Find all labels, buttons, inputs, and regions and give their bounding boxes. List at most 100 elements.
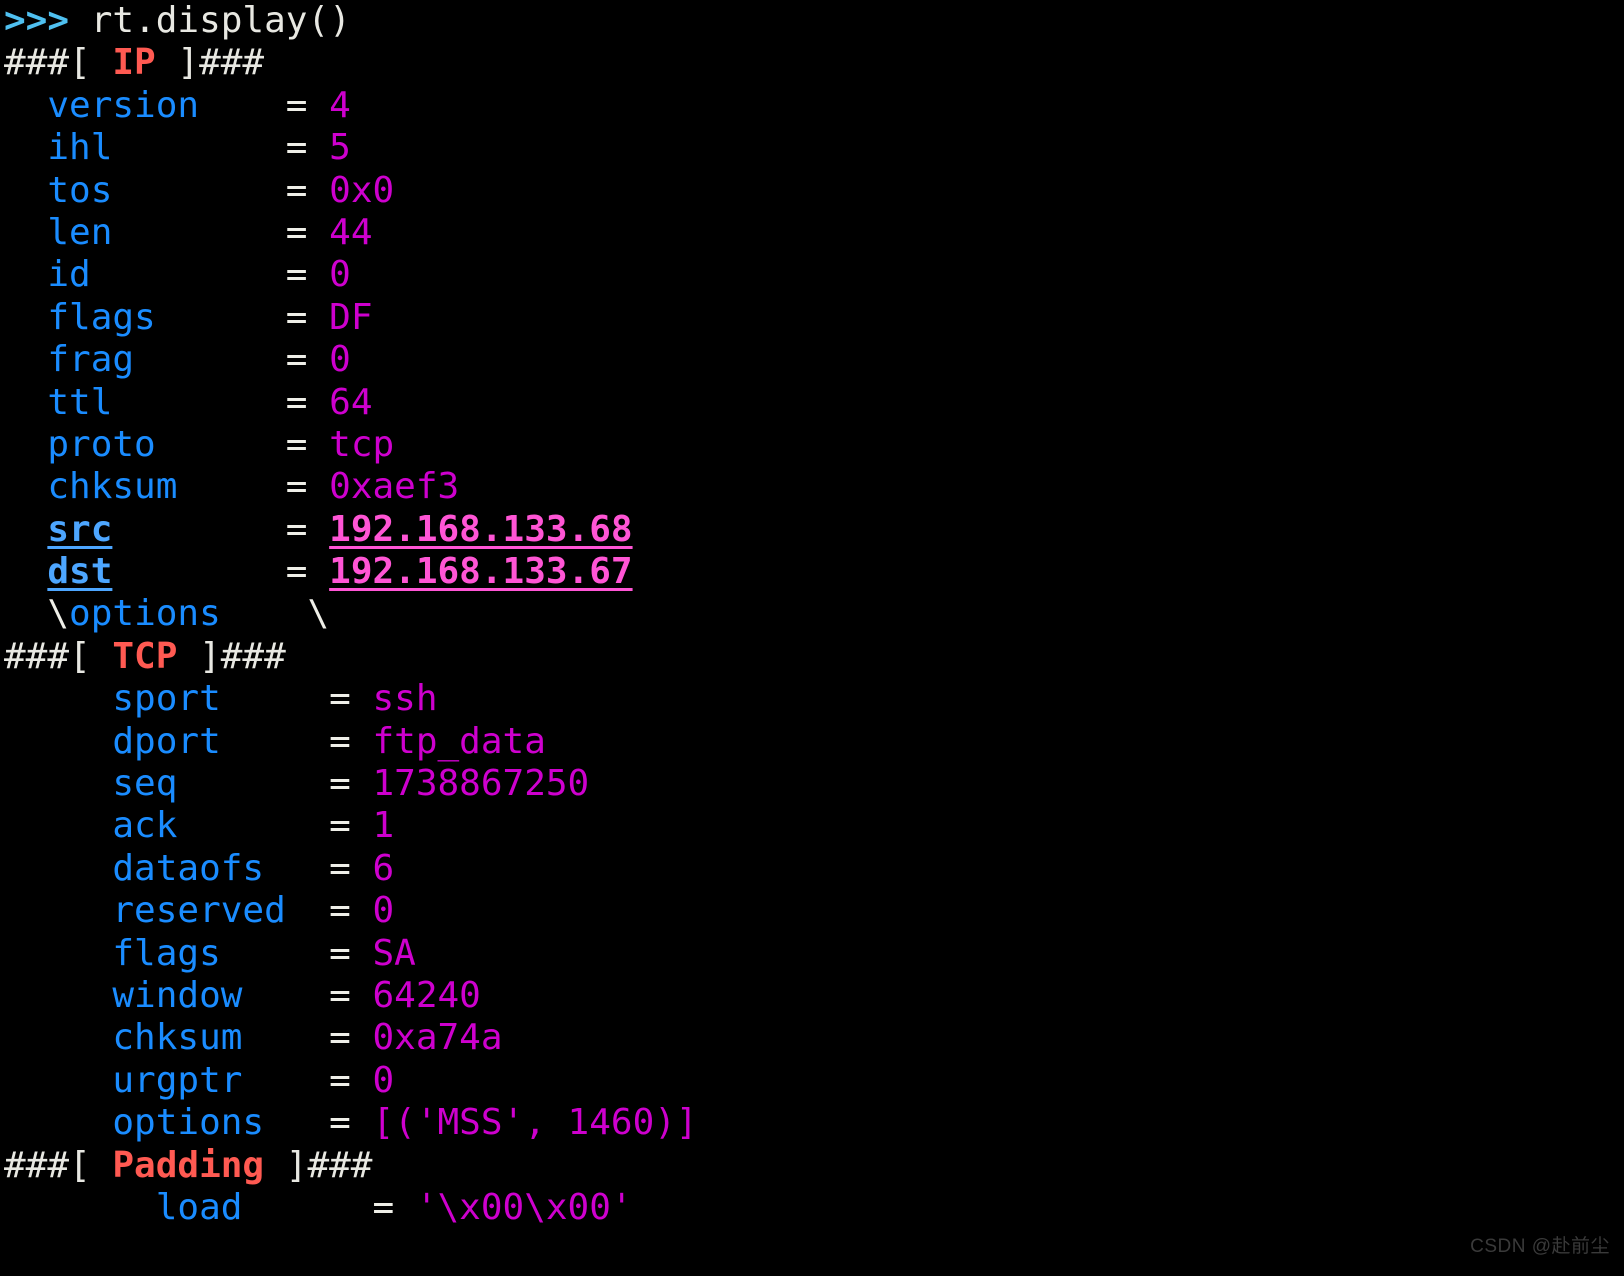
equals-sign: = [285,127,330,169]
field-name-dst: dst [47,551,113,593]
layer-name-padding: Padding [112,1144,265,1186]
field-name-dport: dport [112,720,221,762]
equals-sign: = [329,1059,373,1101]
field-value-dport: ftp_data [372,720,546,762]
field-indent [4,297,47,338]
field-value-len: 44 [329,211,373,253]
field-indent [4,848,112,889]
field-indent [4,763,112,804]
field-value-sport: ssh [372,678,438,720]
equals-sign: = [329,932,373,974]
layer-header-suffix: ]### [264,1144,373,1186]
equals-sign: = [329,763,373,805]
field-value-dst: 192.168.133.67 [329,551,633,593]
field-row: load = '\x00\x00' [0,1187,1624,1229]
field-value-reserved: 0 [372,890,395,932]
field-name-sport: sport [112,678,221,720]
field-gap [91,254,286,295]
equals-sign: = [329,974,373,1016]
equals-sign: = [329,720,373,762]
field-name-chksum: chksum [47,466,178,508]
field-row: chksum = 0xa74a [0,1017,1624,1059]
field-indent [4,933,112,974]
field-indent [4,1102,112,1143]
field-indent [4,170,47,211]
layer-header-prefix: ###[ [4,635,113,677]
field-row: version = 4 [0,85,1624,127]
layer-name-ip: IP [112,42,156,84]
field-name-window: window [112,974,243,1016]
equals-sign: = [285,423,330,465]
field-row: frag = 0 [0,339,1624,381]
field-value-flags: DF [329,296,373,338]
field-name-flags: flags [47,296,156,338]
field-value-ihl: 5 [329,127,351,169]
equals-sign: = [372,1186,416,1228]
field-row: seq = 1738867250 [0,763,1624,805]
equals-sign: = [329,847,373,889]
field-indent [4,424,47,465]
field-value-src: 192.168.133.68 [329,508,633,550]
field-name-proto: proto [47,423,156,465]
field-gap [286,890,329,931]
equals-sign: = [329,1102,373,1144]
field-row: dport = ftp_data [0,721,1624,763]
equals-sign: = [285,551,330,593]
field-gap [242,1060,329,1101]
field-row: options = [('MSS', 1460)] [0,1102,1624,1144]
field-value-window: 64240 [372,974,481,1016]
field-row: ack = 1 [0,805,1624,847]
layer-header: ###[ IP ]### [0,42,1624,84]
field-indent [4,1060,112,1101]
sublayer-indent [4,593,47,634]
field-name-id: id [47,254,91,296]
field-row: chksum = 0xaef3 [0,466,1624,508]
field-row: tos = 0x0 [0,170,1624,212]
field-row: len = 44 [0,212,1624,254]
field-gap [199,85,286,126]
field-gap [221,721,329,762]
field-name-urgptr: urgptr [112,1059,243,1101]
field-name-tos: tos [47,169,113,211]
field-row: flags = SA [0,933,1624,975]
field-indent [4,721,112,762]
equals-sign: = [285,296,330,338]
layer-name-tcp: TCP [112,635,178,677]
field-row: reserved = 0 [0,890,1624,932]
command-input[interactable]: rt.display() [91,0,351,41]
field-name-src: src [47,508,113,550]
field-row: ttl = 64 [0,382,1624,424]
field-name-frag: frag [47,339,135,381]
field-gap [221,678,329,719]
equals-sign: = [285,381,330,423]
field-name-reserved: reserved [112,890,286,932]
equals-sign: = [285,84,330,126]
field-indent [4,382,47,423]
sublayer-gap [221,593,308,634]
layer-header-prefix: ###[ [4,42,113,84]
field-row: id = 0 [0,254,1624,296]
field-value-flags: SA [372,932,416,974]
field-name-options: options [112,1102,265,1144]
field-value-options: [('MSS', 1460)] [372,1102,698,1144]
field-gap [112,551,285,592]
equals-sign: = [329,1017,373,1059]
prompt-line: >>> rt.display() [0,0,1624,42]
field-gap [156,424,286,465]
layer-header-suffix: ]### [155,42,265,84]
field-indent [4,339,47,380]
field-row: window = 64240 [0,975,1624,1017]
field-gap [112,127,285,168]
sublayer-name: options [69,593,221,635]
layer-header-suffix: ]### [177,635,286,677]
field-gap [242,1017,329,1058]
field-gap [112,212,285,253]
field-gap [264,848,329,889]
field-gap [177,466,285,507]
field-row: urgptr = 0 [0,1060,1624,1102]
equals-sign: = [285,339,330,381]
terminal-window[interactable]: >>> rt.display() ###[ IP ]### version = … [0,0,1624,1276]
field-value-dataofs: 6 [372,847,395,889]
field-indent [4,212,47,253]
equals-sign: = [285,211,330,253]
